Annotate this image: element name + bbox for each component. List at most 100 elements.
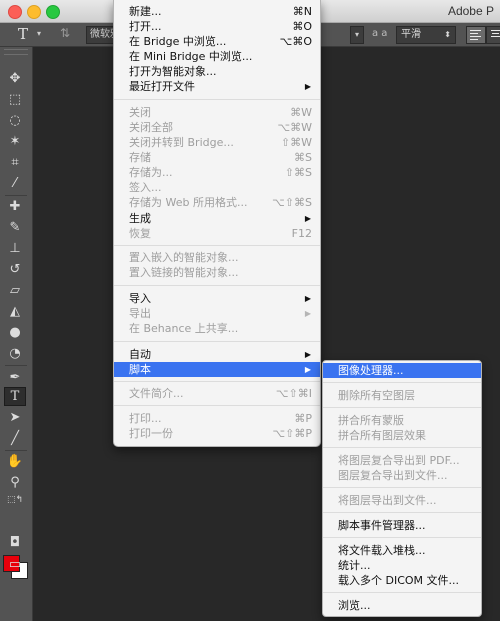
- menu-item-print[interactable]: 打印... ⌘P: [114, 411, 320, 426]
- menu-item-close-all[interactable]: 关闭全部 ⌥⌘W: [114, 120, 320, 135]
- menu-item-export[interactable]: 导出 ▶: [114, 306, 320, 321]
- submenu-arrow-icon: ▶: [304, 294, 311, 303]
- menu-item-close[interactable]: 关闭 ⌘W: [114, 105, 320, 120]
- menu-item-generate[interactable]: 生成 ▶: [114, 211, 320, 226]
- menu-item-label: 导入: [129, 292, 151, 305]
- tool-divider: [5, 450, 27, 451]
- zoom-tool-icon[interactable]: ⚲: [4, 473, 26, 492]
- menu-item-file-info[interactable]: 文件简介... ⌥⇧⌘I: [114, 386, 320, 401]
- path-selection-tool-icon[interactable]: ➤: [4, 408, 26, 427]
- submenu-arrow-icon: ▶: [304, 365, 311, 374]
- font-size-dropdown-icon[interactable]: ▾: [350, 26, 364, 44]
- text-orientation-icon[interactable]: ⇅: [60, 26, 70, 40]
- menu-item-browse[interactable]: 浏览...: [323, 598, 481, 613]
- menu-item-save-for-web[interactable]: 存储为 Web 所用格式... ⌥⇧⌘S: [114, 195, 320, 210]
- blur-tool-icon[interactable]: ●: [4, 323, 26, 342]
- menu-item-shortcut: ⌘N: [292, 5, 312, 18]
- menu-item-open-smart-object[interactable]: 打开为智能对象...: [114, 64, 320, 79]
- tool-divider: [5, 195, 27, 196]
- menu-item-shortcut: ⌘S: [294, 151, 312, 164]
- menu-item-load-files-stack[interactable]: 将文件载入堆栈...: [323, 543, 481, 558]
- panel-grip[interactable]: [4, 49, 28, 55]
- menu-item-label: 浏览...: [338, 599, 371, 612]
- menu-item-layer-comps-files[interactable]: 图层复合导出到文件...: [323, 468, 481, 483]
- menu-item-automate[interactable]: 自动 ▶: [114, 347, 320, 362]
- healing-brush-tool-icon[interactable]: ✚: [4, 197, 26, 216]
- menu-separator: [114, 405, 320, 406]
- type-tool-preset-icon[interactable]: T: [18, 25, 28, 43]
- lasso-tool-icon[interactable]: ◌: [4, 111, 26, 130]
- menu-item-label: 存储为...: [129, 166, 173, 179]
- app-title: Adobe P: [447, 4, 494, 18]
- menu-item-script-events-manager[interactable]: 脚本事件管理器...: [323, 518, 481, 533]
- menu-item-label: 脚本事件管理器...: [338, 519, 426, 532]
- menu-item-save-as[interactable]: 存储为... ⇧⌘S: [114, 165, 320, 180]
- menu-item-label: 恢复: [129, 227, 151, 240]
- menu-item-load-dicom[interactable]: 载入多个 DICOM 文件...: [323, 573, 481, 588]
- chevron-down-icon: ⬍: [444, 30, 451, 39]
- zoom-window-button[interactable]: [46, 5, 60, 19]
- align-center-button[interactable]: [486, 26, 500, 44]
- eraser-tool-icon[interactable]: ▱: [4, 281, 26, 300]
- menu-item-statistics[interactable]: 统计...: [323, 558, 481, 573]
- screen-mode-icon[interactable]: ▭: [4, 555, 26, 574]
- menu-item-import[interactable]: 导入 ▶: [114, 291, 320, 306]
- clone-stamp-tool-icon[interactable]: ⊥: [4, 239, 26, 258]
- magic-wand-tool-icon[interactable]: ✶: [4, 132, 26, 151]
- crop-tool-icon[interactable]: ⌗: [4, 153, 26, 172]
- menu-separator: [323, 407, 481, 408]
- align-left-button[interactable]: [466, 26, 486, 44]
- menu-item-browse-mini-bridge[interactable]: 在 Mini Bridge 中浏览...: [114, 49, 320, 64]
- close-window-button[interactable]: [8, 5, 22, 19]
- menu-item-scripts[interactable]: 脚本 ▶: [114, 362, 320, 377]
- menu-item-browse-bridge[interactable]: 在 Bridge 中浏览... ⌥⌘O: [114, 34, 320, 49]
- antialias-value: 平滑: [401, 29, 421, 40]
- menu-item-check-in[interactable]: 签入...: [114, 180, 320, 195]
- tool-preset-dropdown-icon[interactable]: ▾: [37, 29, 41, 38]
- menu-item-save[interactable]: 存储 ⌘S: [114, 150, 320, 165]
- quick-mask-icon[interactable]: ◘: [4, 533, 26, 552]
- menu-separator: [323, 537, 481, 538]
- menu-item-label: 自动: [129, 348, 151, 361]
- menu-item-delete-empty-layers[interactable]: 删除所有空图层: [323, 388, 481, 403]
- menu-item-place-embedded[interactable]: 置入嵌入的智能对象...: [114, 250, 320, 265]
- menu-item-revert[interactable]: 恢复 F12: [114, 226, 320, 241]
- submenu-arrow-icon: ▶: [304, 214, 311, 223]
- menu-item-open-recent[interactable]: 最近打开文件 ▶: [114, 79, 320, 94]
- menu-item-close-go-bridge[interactable]: 关闭并转到 Bridge... ⇧⌘W: [114, 135, 320, 150]
- swap-colors-icon[interactable]: ⬚↰: [4, 491, 26, 510]
- menu-item-label: 打印...: [129, 412, 162, 425]
- pen-tool-icon[interactable]: ✒: [4, 368, 26, 387]
- antialias-icon: a a: [372, 28, 388, 39]
- menu-separator: [114, 99, 320, 100]
- menu-item-flatten-layer-effects[interactable]: 拼合所有图层效果: [323, 428, 481, 443]
- marquee-tool-icon[interactable]: ⬚: [4, 90, 26, 109]
- menu-item-new[interactable]: 新建... ⌘N: [114, 4, 320, 19]
- type-tool-icon[interactable]: T: [4, 387, 26, 406]
- eyedropper-tool-icon[interactable]: ⁄: [4, 174, 26, 193]
- menu-item-open[interactable]: 打开... ⌘O: [114, 19, 320, 34]
- menu-item-image-processor[interactable]: 图像处理器...: [323, 363, 481, 378]
- submenu-arrow-icon: ▶: [304, 350, 311, 359]
- menu-separator: [114, 245, 320, 246]
- menu-item-share-behance[interactable]: 在 Behance 上共享...: [114, 321, 320, 336]
- dodge-tool-icon[interactable]: ◔: [4, 344, 26, 363]
- history-brush-tool-icon[interactable]: ↺: [4, 260, 26, 279]
- menu-item-label: 脚本: [129, 363, 151, 376]
- line-tool-icon[interactable]: ╱: [4, 429, 26, 448]
- menu-separator: [114, 285, 320, 286]
- menu-item-label: 最近打开文件: [129, 80, 195, 93]
- move-tool-icon[interactable]: ✥: [4, 69, 26, 88]
- menu-item-layer-comps-pdf[interactable]: 将图层复合导出到 PDF...: [323, 453, 481, 468]
- brush-tool-icon[interactable]: ✎: [4, 218, 26, 237]
- menu-item-flatten-layer-comps[interactable]: 拼合所有蒙版: [323, 413, 481, 428]
- menu-item-print-one[interactable]: 打印一份 ⌥⇧⌘P: [114, 426, 320, 441]
- tools-panel: ✥ ⬚ ◌ ✶ ⌗ ⁄ ✚ ✎ ⊥ ↺ ▱ ◭ ● ◔ ✒ T ➤ ╱ ✋ ⚲ …: [0, 47, 33, 621]
- antialias-select[interactable]: 平滑 ⬍: [396, 26, 456, 44]
- menu-item-place-linked[interactable]: 置入链接的智能对象...: [114, 265, 320, 280]
- minimize-window-button[interactable]: [27, 5, 41, 19]
- menu-item-label: 关闭全部: [129, 121, 173, 134]
- hand-tool-icon[interactable]: ✋: [4, 452, 26, 471]
- menu-item-export-layers-files[interactable]: 将图层导出到文件...: [323, 493, 481, 508]
- paint-bucket-tool-icon[interactable]: ◭: [4, 302, 26, 321]
